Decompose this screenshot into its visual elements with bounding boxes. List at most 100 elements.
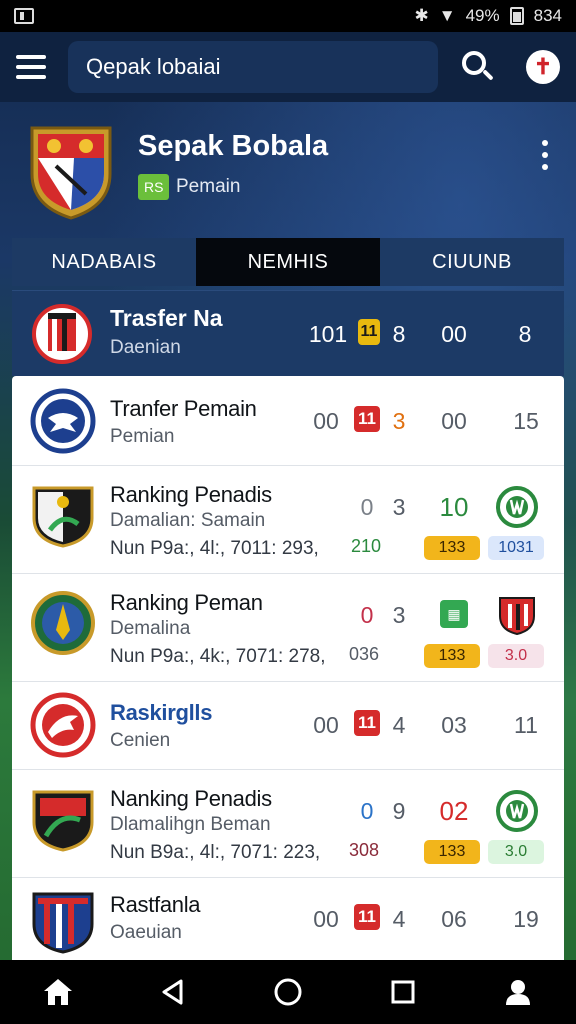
row-score-1: 00 [313,408,339,434]
row-subtitle: Demalina [110,618,191,639]
list-item[interactable]: Nanking Penadis Dlamalihgn Beman Nun B9a… [12,770,564,878]
shield-crest-icon [32,486,94,548]
home-circle-icon[interactable] [266,970,310,1014]
row-subtitle: Damalian: Samain [110,510,266,531]
row-title: Rastfanla [110,892,201,917]
row-title: Raskirglls [110,700,213,725]
row-score-1: 00 [313,712,339,738]
red-shield-icon [499,597,535,636]
row-detail-1: 036 [348,644,380,664]
tab-nemhis[interactable]: NEMHIS [196,238,380,286]
row-score-3: 06 [441,906,467,932]
row-score-4: 19 [513,906,539,932]
row-score-1: 0 [360,798,374,824]
row-score-1: 0 [360,602,374,628]
wifi-icon: ▼ [438,6,456,25]
row-score-1: 0 [360,494,374,520]
search-icon[interactable] [460,49,496,85]
row-detail: Nun B9a:, 4l:, 7071: 223, [110,842,321,863]
row-subtitle: Cenien [110,730,171,751]
row-score-2: 3 [392,602,406,628]
dark-shield-crest-icon [32,790,94,852]
eagle-crest-icon [30,388,96,454]
bluetooth-icon: ✱ [414,6,429,25]
club-crest-icon [30,126,112,220]
tab-nadabais[interactable]: NADABAIS [12,238,196,286]
notification-icon [14,8,34,24]
row-score-1: 00 [313,906,339,932]
featured-crest-icon [32,304,92,364]
back-icon[interactable] [151,970,195,1014]
row-title: Ranking Peman [110,590,263,615]
tab-ciuunb[interactable]: CIUUNB [380,238,564,286]
status-bar: ✱ ▼ 49% 834 [0,0,576,32]
status-right: ✱ ▼ 49% 834 [415,6,562,26]
green-square-icon: ▦ [440,600,468,628]
row-card: 11 [354,710,380,736]
row-chip-green: 3.0 [488,840,544,864]
green-club-icon [496,790,538,832]
row-score-2: 9 [392,798,406,824]
list-item[interactable]: Ranking Penadis Damalian: Samain Nun P9a… [12,466,564,574]
featured-row[interactable]: Trasfer Na Daenian 101 11 8 00 8 [12,290,564,376]
row-detail: Nun P9a:, 4l:, 7011: 293, [110,538,319,559]
row-score-3: 00 [441,408,467,434]
row-chip-yellow: 133 [424,840,480,864]
row-detail: Nun P9a:, 4k:, 7071: 278, [110,646,326,667]
profile-icon[interactable] [496,970,540,1014]
row-title: Ranking Penadis [110,482,272,507]
green-club-icon [496,486,538,528]
recent-apps-icon[interactable] [381,970,425,1014]
row-score-2: 4 [392,906,406,932]
row-score-3: 02 [439,796,469,826]
row-subtitle: Pemian [110,426,175,447]
row-score-2: 4 [392,712,406,738]
row-score-4: 15 [513,408,539,434]
list-item[interactable]: Tranfer Pemain Pemian 00 11 3 00 15 [12,376,564,466]
featured-score-a: 101 [308,321,348,347]
row-score-2: 3 [392,408,406,434]
home-icon[interactable] [36,970,80,1014]
search-query: Qepak lobaiai [86,54,221,79]
row-chip-pink: 3.0 [488,644,544,668]
row-score-4: 11 [514,712,538,738]
bird-crest-icon [30,692,96,758]
striped-crest-icon [32,892,94,954]
row-detail-1: 308 [348,840,380,860]
row-chip-blue: 1031 [488,536,544,560]
club-header: Sepak Bobala RS Pemain [0,112,576,222]
tab-bar: NADABAIS NEMHIS CIUUNB [12,238,564,286]
rocket-crest-icon [31,591,95,655]
battery-percent: 49% [465,6,500,25]
row-score-2: 3 [392,494,406,520]
battery-icon [509,7,524,25]
featured-subtitle: Daenian [110,337,181,358]
row-score-3: 10 [439,492,469,522]
row-score-3: 03 [441,712,467,738]
club-subtitle: Pemain [176,176,241,197]
search-input[interactable]: Qepak lobaiai [68,41,438,93]
row-card: 11 [354,904,380,930]
featured-title: Trasfer Na [110,305,223,331]
app-bar: Qepak lobaiai ✝ [0,32,576,102]
featured-score-d: 8 [518,321,532,347]
red-cross-icon[interactable]: ✝ [526,50,560,84]
hamburger-icon[interactable] [16,55,46,79]
row-detail-1: 210 [350,536,382,556]
list-item[interactable]: Ranking Peman Demalina Nun P9a:, 4k:, 70… [12,574,564,682]
kebab-menu-icon[interactable] [540,140,550,170]
row-subtitle: Dlamalihgn Beman [110,814,271,835]
row-chip-yellow: 133 [424,644,480,668]
row-title: Tranfer Pemain [110,396,257,421]
featured-score-b: 8 [392,321,406,347]
row-subtitle: Oaeuian [110,922,182,943]
row-chip-yellow: 133 [424,536,480,560]
list-item[interactable]: Raskirglls Cenien 00 11 4 03 11 [12,682,564,770]
clock: 834 [533,6,562,25]
row-title: Nanking Penadis [110,786,272,811]
list-item[interactable]: Rastfanla Oaeuian 00 11 4 06 19 [12,878,564,960]
featured-score-c: 00 [441,321,467,347]
club-badge: RS [138,174,170,200]
featured-card: 11 [358,319,380,345]
player-list: Tranfer Pemain Pemian 00 11 3 00 15 Rank… [12,376,564,960]
